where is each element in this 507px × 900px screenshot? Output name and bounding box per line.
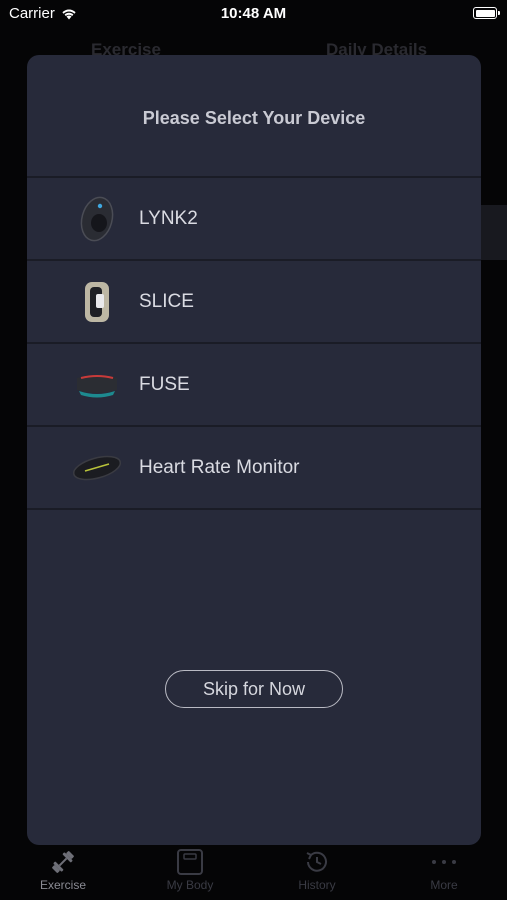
device-row-slice[interactable]: SLICE: [27, 261, 481, 344]
clock: 10:48 AM: [220, 5, 287, 22]
tab-exercise[interactable]: Exercise: [0, 846, 126, 892]
background-panel-edge: [480, 205, 507, 260]
device-row-lynk2[interactable]: LYNK2: [27, 178, 481, 261]
device-label: FUSE: [139, 373, 190, 395]
battery-icon: [473, 7, 500, 19]
skip-for-now-button[interactable]: Skip for Now: [165, 670, 343, 708]
modal-title: Please Select Your Device: [142, 108, 366, 128]
scale-icon: [177, 849, 203, 875]
device-select-modal: Please Select Your Device LYNK2 SLICE FU…: [27, 55, 481, 845]
device-row-fuse[interactable]: FUSE: [27, 344, 481, 427]
device-row-heart-rate-monitor[interactable]: Heart Rate Monitor: [27, 427, 481, 510]
device-label: Heart Rate Monitor: [139, 456, 300, 478]
slice-device-icon: [69, 274, 125, 330]
tab-bar: Exercise My Body History More: [0, 846, 507, 900]
device-label: LYNK2: [139, 207, 198, 229]
tab-history[interactable]: History: [254, 846, 380, 892]
heart-rate-monitor-icon: [69, 440, 125, 496]
fuse-device-icon: [69, 357, 125, 413]
status-bar: Carrier 10:48 AM: [0, 0, 507, 30]
history-icon: [306, 851, 327, 872]
device-label: SLICE: [139, 290, 194, 312]
more-icon: [432, 860, 456, 864]
lynk2-device-icon: [69, 191, 125, 247]
tab-label: My Body: [166, 878, 214, 892]
dumbbell-icon: [52, 851, 74, 873]
modal-header: Please Select Your Device: [27, 55, 481, 178]
tab-label: Exercise: [39, 878, 86, 892]
tab-my-body[interactable]: My Body: [127, 846, 253, 892]
tab-more[interactable]: More: [381, 846, 507, 892]
tab-label: History: [298, 878, 336, 892]
tab-label: More: [430, 878, 458, 892]
